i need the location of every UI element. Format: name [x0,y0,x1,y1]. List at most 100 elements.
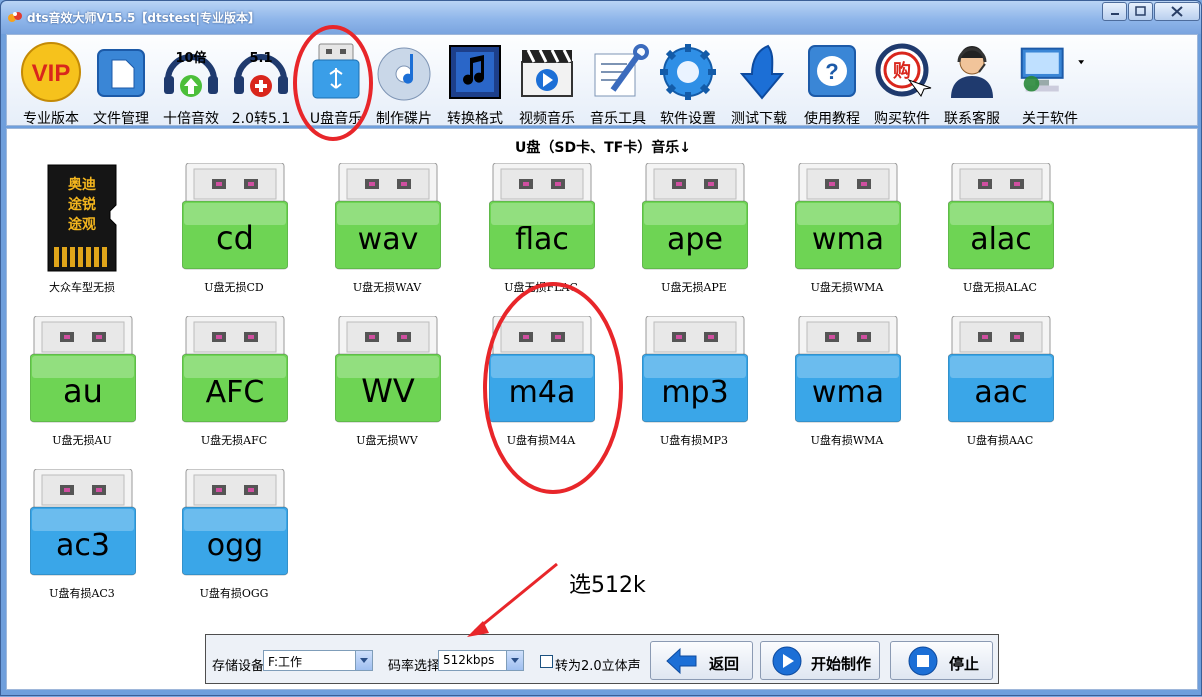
format-item-ogg[interactable]: ogg U盘有损OGG [169,469,299,609]
usb-format-label: aac [974,375,1027,410]
music-note-icon [449,45,501,99]
toolbar-item-label: 购买软件 [874,111,930,127]
stereo-checkbox[interactable] [540,655,553,668]
format-item-WV[interactable]: WV U盘无损WV [322,316,452,456]
toolbar-item-7[interactable]: 视频音乐 [514,38,580,127]
toolbar-item-3[interactable]: 5.1 2.0转5.1 [228,38,294,127]
toolbar-item-14[interactable]: 关于软件 [1014,38,1086,127]
toolbar-item-13[interactable]: 联系客服 [939,38,1005,127]
format-item-sdcard[interactable]: 奥迪 途锐 途观 大众车型无损 [17,163,147,303]
usb-format-label: ape [667,222,723,257]
usb-format-label: WV [361,372,415,410]
usb-drive-icon: ac3 [30,469,136,576]
maximize-button[interactable] [1128,2,1153,21]
format-item-ac3[interactable]: ac3 U盘有损AC3 [17,469,147,609]
format-item-mp3[interactable]: mp3 U盘有损MP3 [629,316,759,456]
svg-text:购: 购 [893,60,911,82]
app-logo-icon [8,12,22,22]
sd-card-icon: 奥迪途锐途观 [47,164,117,272]
format-item-aac[interactable]: aac U盘有损AAC [935,316,1065,456]
svg-text:VIP: VIP [32,60,71,87]
svg-text:10倍: 10倍 [175,50,206,66]
format-item-m4a[interactable]: m4a U盘有损M4A [476,316,606,456]
usb-format-label: au [63,372,103,410]
usb-drive-icon: aac [948,316,1054,423]
chevron-down-icon[interactable] [355,651,372,670]
svg-text:?: ? [825,59,838,84]
format-item-caption: U盘有损MP3 [660,434,728,447]
download-arrow-icon [739,44,785,100]
usb-drive-icon: wav [335,163,441,270]
format-item-wma[interactable]: wma U盘有损WMA [782,316,912,456]
format-item-wma[interactable]: wma U盘无损WMA [782,163,912,303]
toolbar: VIP 专业版本 文件管理 10倍 十倍音效 5.1 2.0转5.1 U盘音乐 制作碟片 转换格式… [6,34,1198,127]
format-item-cd[interactable]: cd U盘无损CD [169,163,299,303]
play-icon [772,646,802,676]
usb-format-label: cd [216,219,254,257]
cd-disc-icon [377,47,431,101]
format-item-caption: U盘无损FLAC [504,281,578,294]
close-button[interactable] [1154,2,1200,21]
toolbar-item-0[interactable]: VIP 专业版本 [18,38,84,127]
chevron-down-icon[interactable] [506,651,523,670]
usb-music-panel: U盘（SD卡、TF卡）音乐↓ 奥迪 途锐 途观 大众车型无损 cd U盘无损CD wav U盘… [6,128,1198,690]
toolbar-item-12[interactable]: 购购买软件 [869,38,935,127]
format-item-ape[interactable]: ape U盘无损APE [629,163,759,303]
toolbar-item-1[interactable]: 文件管理 [88,38,154,127]
stop-button[interactable]: 停止 [890,641,993,680]
format-item-caption: U盘无损WAV [352,281,422,294]
format-item-alac[interactable]: alac U盘无损ALAC [935,163,1065,303]
tools-icon [594,44,649,97]
format-item-caption: U盘有损AAC [966,434,1034,447]
usb-format-label: ac3 [56,528,110,563]
back-button[interactable]: 返回 [650,641,753,680]
svg-text:5.1: 5.1 [249,51,272,66]
usb-drive-icon [312,43,360,99]
format-item-caption: U盘无损APE [661,281,727,294]
toolbar-item-5[interactable]: 制作碟片 [371,38,437,127]
start-button-label: 开始制作 [811,655,872,673]
toolbar-item-6[interactable]: 转换格式 [442,38,508,127]
format-item-wav[interactable]: wav U盘无损WAV [322,163,452,303]
format-item-caption: U盘无损WV [356,434,418,447]
toolbar-item-10[interactable]: 测试下载 [726,38,792,127]
toolbar-item-label: U盘音乐 [309,111,363,127]
bitrate-select[interactable]: 512kbps [438,650,524,671]
start-button[interactable]: 开始制作 [760,641,880,680]
annotation-text: 选512k [569,573,646,598]
device-select[interactable]: F:工作 [263,650,373,671]
format-item-AFC[interactable]: AFC U盘无损AFC [169,316,299,456]
usb-drive-icon: au [30,316,136,423]
format-item-caption: U盘有损OGG [199,587,269,600]
usb-format-label: m4a [509,375,576,410]
toolbar-item-11[interactable]: ? 使用教程 [799,38,865,127]
device-select-value: F:工作 [268,655,303,669]
toolbar-item-9[interactable]: 软件设置 [655,38,721,127]
window-title: dts音效大师V15.5【dtstest|专业版本】 [27,11,260,25]
minimize-button[interactable] [1102,2,1127,21]
format-item-flac[interactable]: flac U盘无损FLAC [476,163,606,303]
toolbar-item-8[interactable]: 音乐工具 [584,38,652,127]
options-bar: 存储设备 F:工作 码率选择 512kbps 转为2.0立体声 返回 开始制作 … [205,634,999,684]
toolbar-item-2[interactable]: 10倍 十倍音效 [158,38,224,127]
usb-drive-icon: mp3 [642,316,748,423]
app-window: dts音效大师V15.5【dtstest|专业版本】 VIP 专业版本 文件管理 10… [0,0,1202,696]
format-item-au[interactable]: au U盘无损AU [17,316,147,456]
usb-drive-icon: cd [182,163,288,270]
toolbar-item-label: 使用教程 [804,111,860,127]
usb-format-label: flac [515,222,569,257]
back-button-label: 返回 [709,655,740,673]
toolbar-item-4[interactable]: U盘音乐 [300,38,372,127]
maximize-icon [1135,6,1146,16]
back-arrow-icon [666,647,697,675]
tenfold-sound-icon: 10倍 [164,50,218,97]
usb-drive-icon: ogg [182,469,288,576]
usb-format-label: wav [358,222,419,257]
usb-drive-icon: WV [335,316,441,423]
toolbar-item-label: 转换格式 [447,111,503,127]
usb-drive-icon: wma [795,316,901,423]
toolbar-item-label: 2.0转5.1 [231,111,291,127]
minimize-icon [1111,13,1119,15]
buy-icon: 购 [875,43,932,97]
help-question-icon: ? [808,45,856,97]
